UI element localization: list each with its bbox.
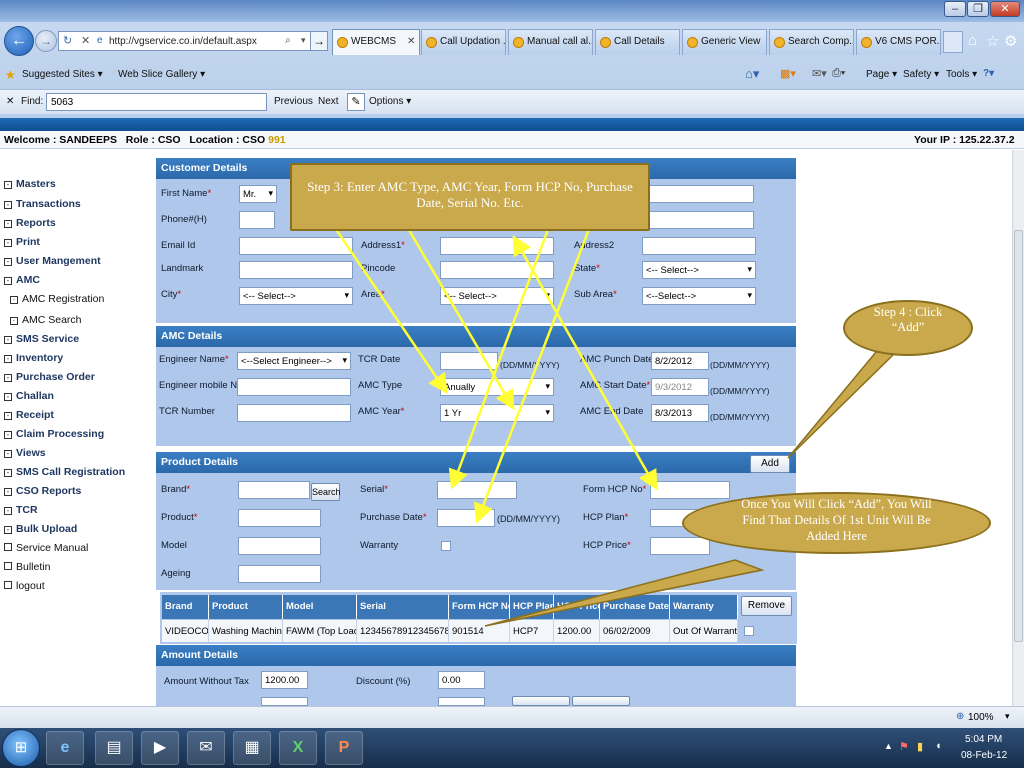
info-callout: Once You Will Click “Add”, You Will Find… — [682, 492, 991, 554]
chevron-down-icon[interactable]: ▾ — [1005, 711, 1010, 722]
folder-taskbar-icon[interactable]: ▤ — [95, 731, 133, 765]
tray-network-icon[interactable]: ▮ — [917, 740, 923, 753]
clock-time[interactable]: 5:04 PM — [965, 734, 1002, 745]
annotation-arrows — [318, 201, 898, 627]
start-button[interactable]: ⊞ — [2, 729, 40, 767]
tray-chevron-icon[interactable]: ▲ — [884, 741, 893, 751]
ie-taskbar-icon[interactable]: e — [46, 731, 84, 765]
status-bar: ⊕ 100% ▾ — [0, 706, 1024, 728]
taskbar: ⊞ e ▤ ▶ ✉ ▦ X P ▲ ⚑ ▮ ◖ 5:04 PM 08-Feb-1… — [0, 728, 1024, 768]
notepad-taskbar-icon[interactable]: ▦ — [233, 731, 271, 765]
arrow-form-hcp — [512, 234, 658, 491]
arrow-amc-year — [394, 205, 515, 411]
clock-date[interactable]: 08-Feb-12 — [961, 750, 1007, 761]
outlook-taskbar-icon[interactable]: ✉ — [187, 731, 225, 765]
step4-callout-tail — [787, 351, 898, 459]
arrow-serial — [448, 201, 561, 490]
step3-callout: Step 3: Enter AMC Type, AMC Year, Form H… — [290, 163, 650, 231]
powerpoint-taskbar-icon[interactable]: P — [325, 731, 363, 765]
media-player-taskbar-icon[interactable]: ▶ — [141, 731, 179, 765]
tray-flag-icon[interactable]: ⚑ — [899, 740, 909, 753]
info-callout-tail — [484, 559, 765, 627]
step4-callout: Step 4 : Click “Add” — [843, 300, 973, 356]
excel-taskbar-icon[interactable]: X — [279, 731, 317, 765]
zoom-icon[interactable]: ⊕ — [956, 711, 964, 722]
zoom-level[interactable]: 100% — [968, 712, 994, 723]
tray-volume-icon[interactable]: ◖ — [935, 740, 942, 752]
arrow-amc-type — [318, 203, 448, 395]
